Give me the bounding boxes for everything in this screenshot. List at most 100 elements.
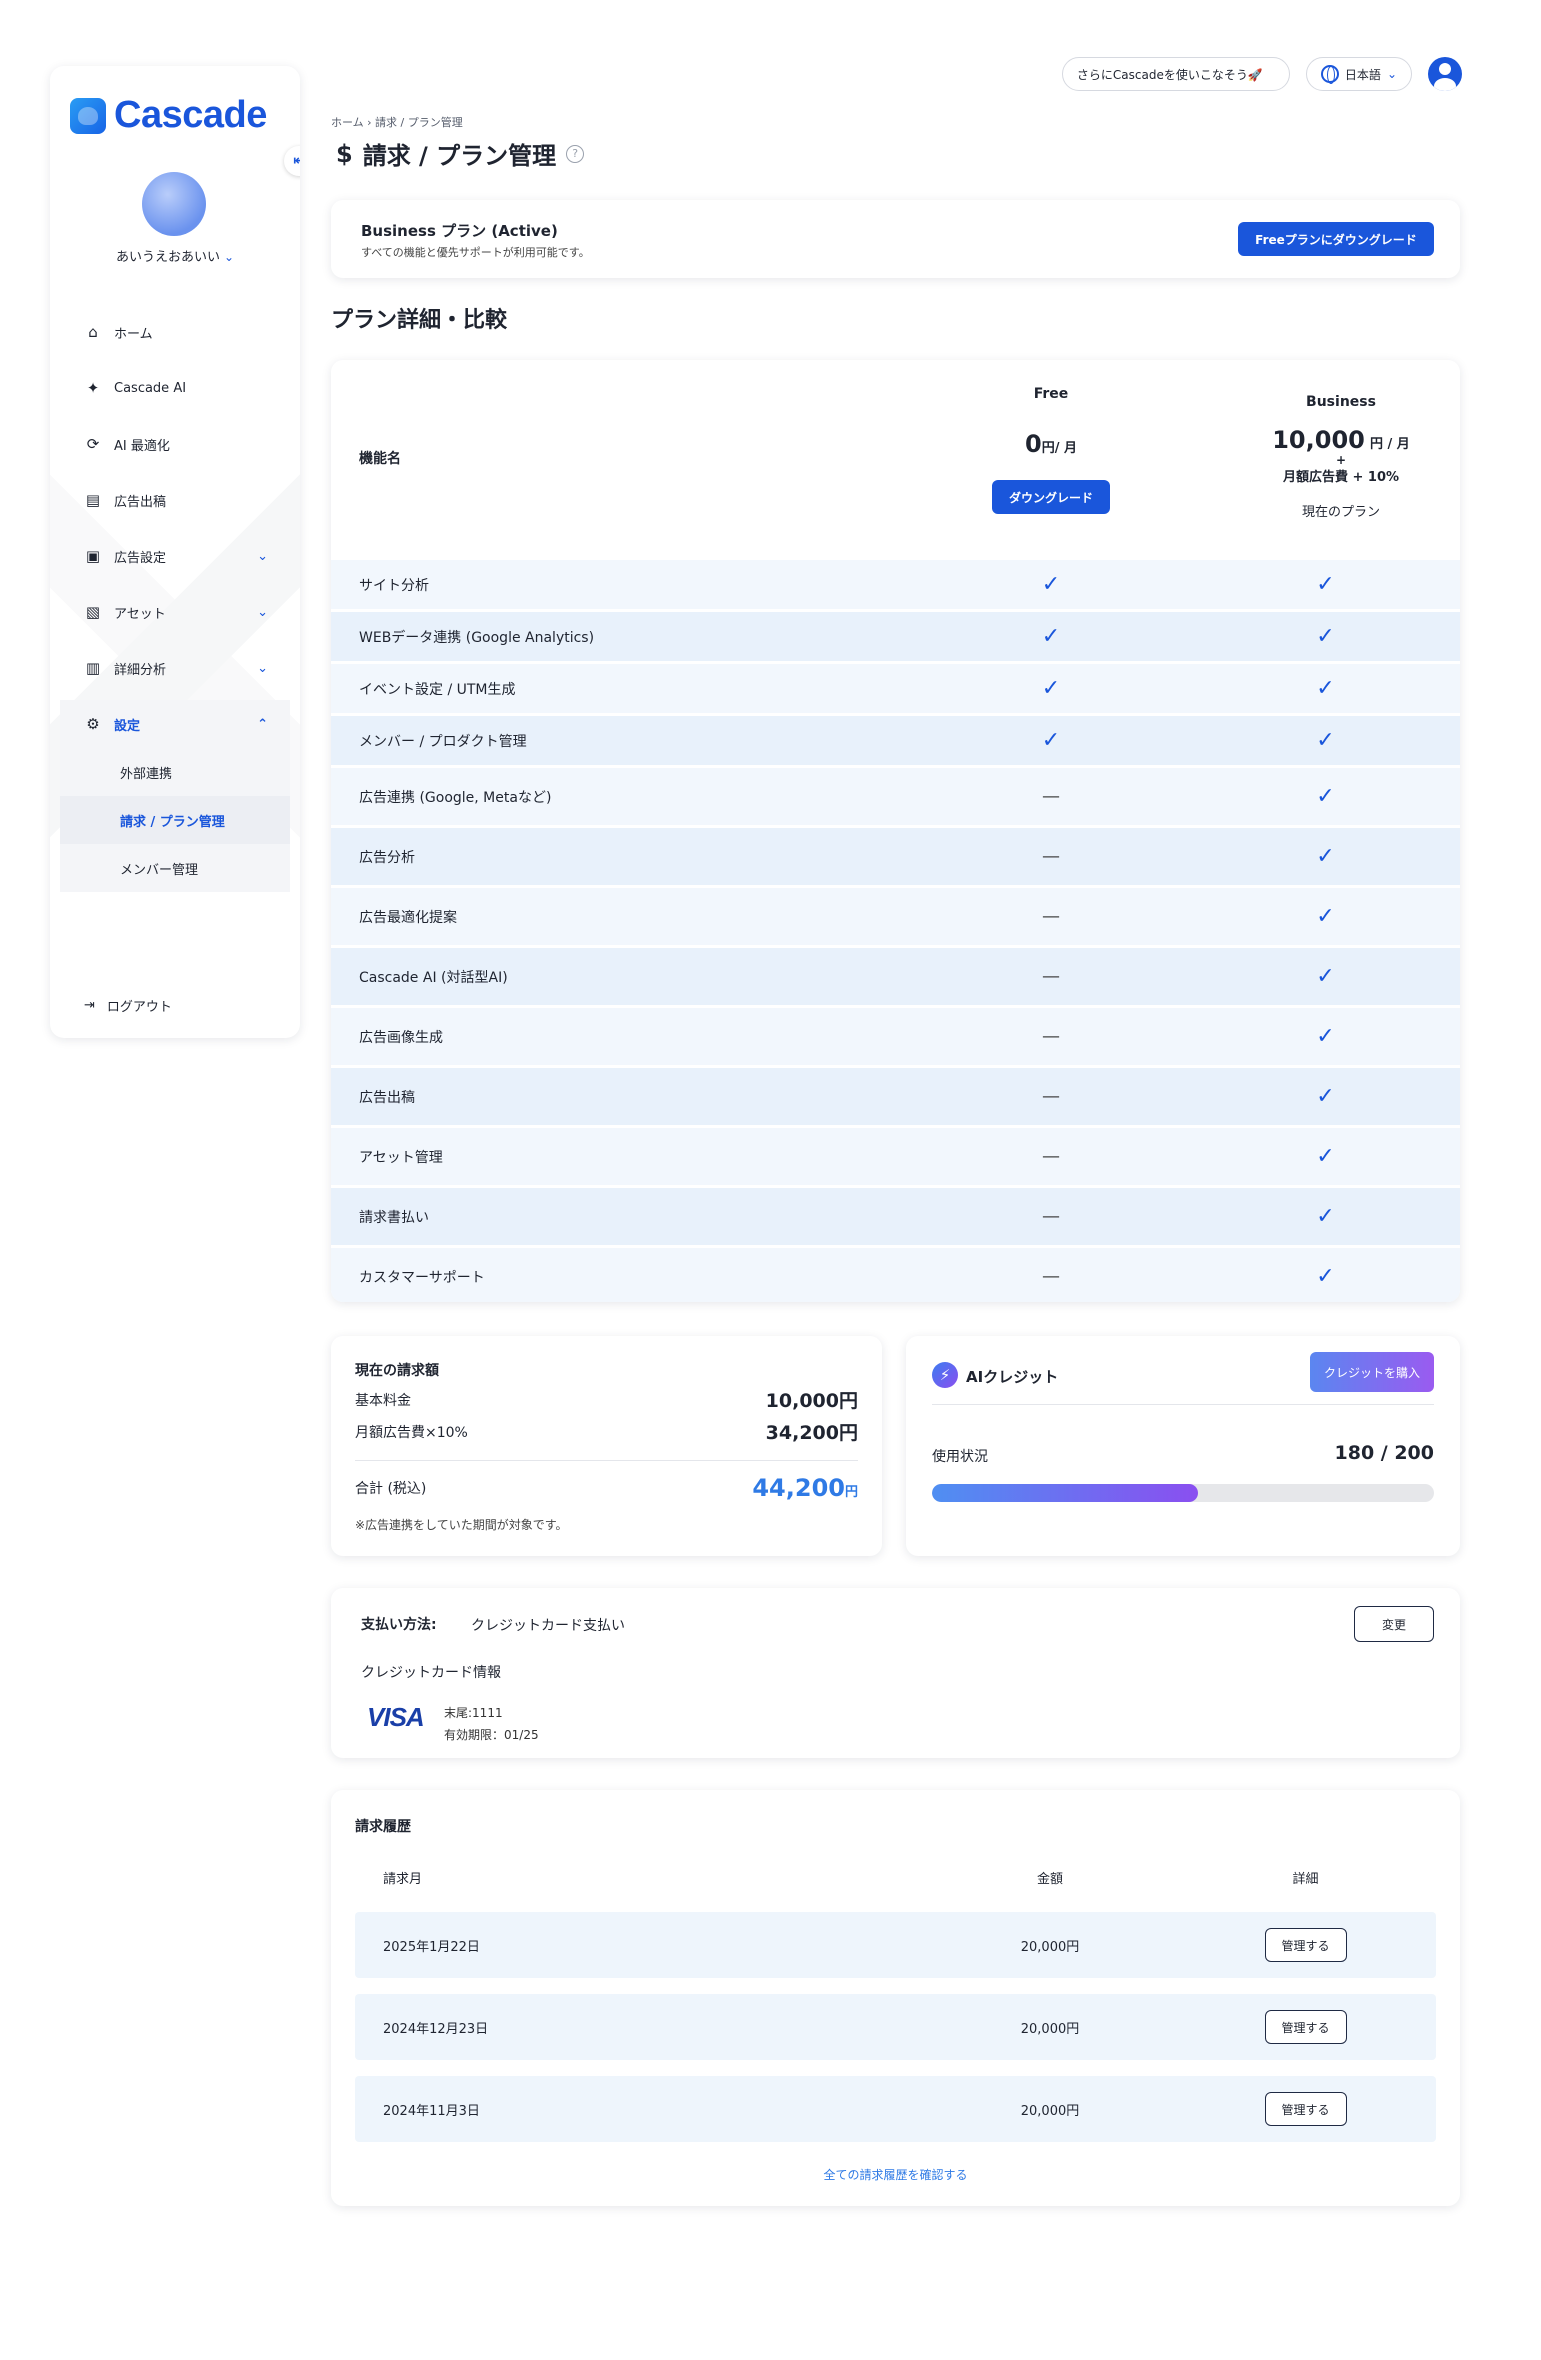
ad-fee-row: 月額広告費×10% 34,200円 [355, 1422, 858, 1444]
dollar-icon: $ [336, 139, 353, 168]
free-availability-cell: — [911, 1266, 1191, 1287]
card-info-label: クレジットカード情報 [361, 1665, 501, 1681]
language-label: 日本語 [1344, 67, 1381, 82]
dash-icon: — [1042, 846, 1060, 867]
user-menu[interactable]: あいうえおあいい ⌄ [50, 246, 300, 265]
avatar[interactable] [142, 172, 206, 236]
language-select[interactable]: 日本語 ⌄ [1305, 57, 1412, 91]
feature-name: アセット管理 [359, 1149, 443, 1166]
sidebar-item-assets[interactable]: ▧ アセット ⌄ [60, 584, 290, 640]
settings-submenu: 外部連携 請求 / プラン管理 メンバー管理 [60, 748, 290, 892]
chevron-down-icon: ⌄ [257, 660, 268, 676]
free-availability-cell: — [911, 906, 1191, 927]
billing-history-card: 請求履歴 請求月 金額 詳細 2025年1月22日 20,000円 管理する 2… [331, 1790, 1460, 2206]
buy-credit-button[interactable]: クレジットを購入 [1310, 1352, 1434, 1392]
base-fee-row: 基本料金 10,000円 [355, 1390, 858, 1412]
check-icon: ✓ [1316, 728, 1335, 753]
ai-optimize-icon: ⟳ [86, 435, 100, 453]
sidebar-item-settings[interactable]: ⚙ 設定 ⌃ [60, 700, 290, 748]
feature-name: 請求書払い [359, 1209, 429, 1226]
current-plan-banner: Business プラン (Active) すべての機能と優先サポートが利用可能… [331, 200, 1460, 278]
history-amount: 20,000円 [1020, 1939, 1080, 1955]
business-availability-cell: ✓ [1191, 964, 1460, 989]
feature-row: サイト分析 ✓ ✓ [331, 560, 1460, 612]
check-icon: ✓ [1041, 624, 1061, 649]
collapse-arrow-icon: ⇤ [293, 153, 300, 169]
sidebar-item-ad-post[interactable]: ▤ 広告出稿 [60, 472, 290, 528]
check-icon: ✓ [1316, 784, 1335, 809]
business-plan-column: Business 10,000 円 / 月 + 月額広告費 + 10% 現在のプ… [1221, 394, 1460, 520]
manage-button[interactable]: 管理する [1264, 1928, 1347, 1962]
sidebar-subitem-integrations[interactable]: 外部連携 [60, 748, 290, 796]
business-plan-extra: 月額広告費 + 10% [1282, 470, 1400, 485]
business-availability-cell: ✓ [1191, 572, 1460, 597]
sidebar-item-label: 詳細分析 [114, 662, 167, 678]
page-title: $ 請求 / プラン管理 ? [336, 136, 585, 171]
check-icon: ✓ [1316, 1024, 1335, 1049]
help-icon[interactable]: ? [566, 144, 585, 163]
sidebar: Cascade ⇤ あいうえおあいい ⌄ ⌂ ホーム ✦ Cascade AI ⟳… [50, 66, 300, 1038]
feature-row: 広告連携 (Google, Metaなど) — ✓ [331, 768, 1460, 828]
section-title: プラン詳細・比較 [331, 308, 508, 333]
brand-logo[interactable]: Cascade [70, 94, 267, 137]
free-availability-cell: — [911, 786, 1191, 807]
sidebar-item-analytics[interactable]: ▥ 詳細分析 ⌄ [60, 640, 290, 696]
chevron-down-icon: ⌄ [1386, 67, 1397, 81]
dash-icon: — [1042, 1026, 1060, 1047]
feature-name: WEBデータ連携 (Google Analytics) [359, 629, 595, 646]
history-date: 2025年1月22日 [383, 1939, 480, 1955]
feature-name: 広告連携 (Google, Metaなど) [359, 789, 552, 806]
visa-logo-icon: VISA [367, 1702, 425, 1732]
total-row: 合計 (税込) 44,200円 [355, 1474, 858, 1502]
user-account-icon[interactable] [1428, 57, 1462, 91]
sidebar-subitem-billing[interactable]: 請求 / プラン管理 [60, 796, 290, 844]
logout-button[interactable]: ⇥ ログアウト [84, 996, 172, 1015]
business-availability-cell: ✓ [1191, 1084, 1460, 1109]
sidebar-item-label: AI 最適化 [114, 438, 170, 454]
promo-button[interactable]: さらにCascadeを使いこなそう🚀 [1061, 57, 1290, 91]
sidebar-item-ai-optimize[interactable]: ⟳ AI 最適化 [60, 416, 290, 472]
free-availability-cell: — [911, 1146, 1191, 1167]
feature-name: カスタマーサポート [359, 1269, 485, 1286]
page-title-text: 請求 / プラン管理 [362, 142, 557, 170]
manage-button[interactable]: 管理する [1264, 2092, 1347, 2126]
sidebar-subitem-members[interactable]: メンバー管理 [60, 844, 290, 892]
check-icon: ✓ [1316, 844, 1335, 869]
sidebar-item-label: Cascade AI [114, 380, 187, 396]
business-plan-plus: + [1335, 453, 1347, 467]
sidebar-item-ad-settings[interactable]: ▣ 広告設定 ⌄ [60, 528, 290, 584]
sidebar-item-label: 広告出稿 [114, 494, 167, 510]
current-plan-label: 現在のプラン [1301, 505, 1380, 520]
chevron-down-icon: ⌄ [257, 604, 268, 620]
card-last4: 末尾:1111 [444, 1706, 503, 1720]
free-availability-cell: — [911, 1026, 1191, 1047]
feature-name: 広告最適化提案 [359, 909, 457, 926]
sidebar-item-cascade-ai[interactable]: ✦ Cascade AI [60, 360, 290, 416]
change-payment-button[interactable]: 変更 [1354, 1606, 1434, 1642]
breadcrumb: ホーム › 請求 / プラン管理 [331, 116, 463, 129]
check-icon: ✓ [1316, 676, 1335, 701]
sidebar-item-home[interactable]: ⌂ ホーム [60, 304, 290, 360]
collapse-sidebar-button[interactable]: ⇤ [284, 146, 300, 176]
view-all-history-link[interactable]: 全ての請求履歴を確認する [331, 2166, 1460, 2183]
downgrade-button[interactable]: ダウングレード [992, 480, 1110, 514]
business-availability-cell: ✓ [1191, 844, 1460, 869]
free-plan-column: Free 0円/ 月 ダウングレード [911, 386, 1191, 514]
manage-button[interactable]: 管理する [1264, 2010, 1347, 2044]
image-icon: ▧ [85, 603, 101, 621]
history-table-header: 請求月 金額 詳細 [355, 1868, 1436, 1887]
feature-row: WEBデータ連携 (Google Analytics) ✓ ✓ [331, 612, 1460, 664]
free-availability-cell: — [911, 1206, 1191, 1227]
payment-method-value: クレジットカード支払い [471, 1618, 625, 1634]
check-icon: ✓ [1316, 904, 1335, 929]
dash-icon: — [1042, 1206, 1060, 1227]
feature-row: メンバー / プロダクト管理 ✓ ✓ [331, 716, 1460, 768]
downgrade-to-free-button[interactable]: Freeプランにダウングレード [1238, 222, 1434, 256]
feature-row: アセット管理 — ✓ [331, 1128, 1460, 1188]
current-billing-card: 現在の請求額 基本料金 10,000円 月額広告費×10% 34,200円 合計… [331, 1336, 882, 1556]
credit-divider [932, 1404, 1434, 1405]
payment-method-card: 支払い方法: クレジットカード支払い 変更 クレジットカード情報 VISA 末尾… [331, 1588, 1460, 1758]
feature-row: 広告分析 — ✓ [331, 828, 1460, 888]
free-availability-cell: ✓ [911, 728, 1191, 753]
business-availability-cell: ✓ [1191, 904, 1460, 929]
